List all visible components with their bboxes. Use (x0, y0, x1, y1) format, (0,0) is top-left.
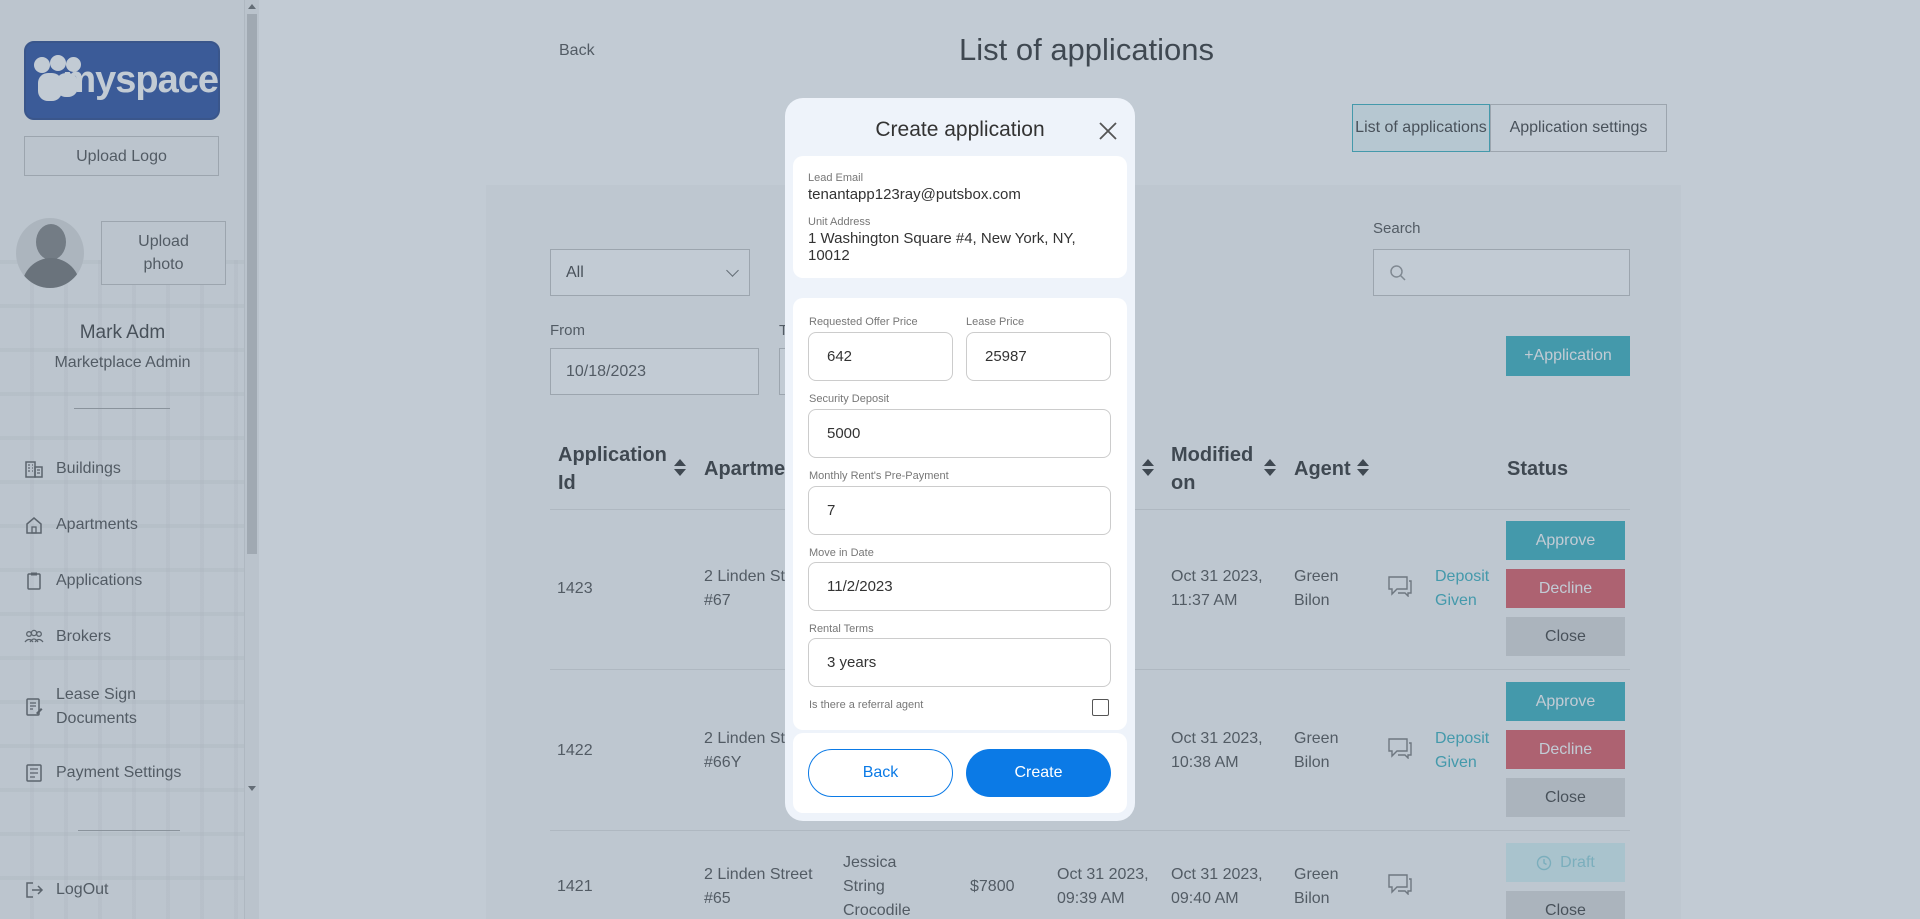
lead-email-label: Lead Email (808, 172, 864, 184)
lead-info-card: Lead Email tenantapp123ray@putsbox.com U… (793, 156, 1127, 278)
security-deposit-label: Security Deposit (809, 393, 890, 405)
rental-terms-input[interactable]: 3 years (808, 638, 1111, 687)
back-button[interactable]: Back (808, 749, 953, 797)
unit-address-value: 1 Washington Square #4, New York, NY, 10… (808, 230, 1076, 264)
referral-agent-checkbox[interactable] (1092, 699, 1109, 716)
lease-price-input[interactable]: 25987 (966, 332, 1111, 381)
security-deposit-input[interactable]: 5000 (808, 409, 1111, 458)
close-icon[interactable] (1098, 121, 1118, 141)
lead-email-value: tenantapp123ray@putsbox.com (808, 186, 1021, 203)
rental-terms-label: Rental Terms (809, 623, 874, 635)
modal-title: Create application (875, 118, 1045, 141)
create-application-modal: Create application Lead Email tenantapp1… (785, 98, 1135, 821)
prepayment-label: Monthly Rent's Pre-Payment (809, 470, 949, 482)
move-in-label: Move in Date (809, 547, 874, 559)
unit-address-label: Unit Address (808, 216, 871, 228)
create-button[interactable]: Create (966, 749, 1111, 797)
move-in-date-input[interactable]: 11/2/2023 (808, 562, 1111, 611)
prepayment-input[interactable]: 7 (808, 486, 1111, 535)
requested-offer-input[interactable]: 642 (808, 332, 953, 381)
referral-agent-label: Is there a referral agent (809, 699, 924, 711)
lease-price-label: Lease Price (966, 316, 1025, 328)
requested-offer-label: Requested Offer Price (809, 316, 918, 328)
